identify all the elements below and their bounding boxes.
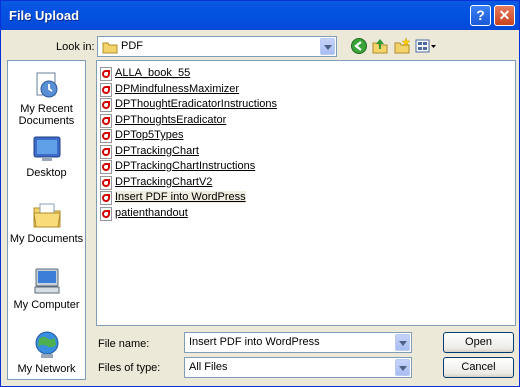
- desktop-icon: [33, 136, 60, 161]
- title-bar: File Upload ? ✕: [1, 1, 519, 30]
- help-button[interactable]: ?: [470, 5, 491, 26]
- pdf-file-icon: [100, 191, 112, 205]
- place-my-recent-documents[interactable]: My Recent Documents: [8, 69, 85, 127]
- close-button[interactable]: ✕: [494, 5, 515, 26]
- file-name: DPTrackingChartV2: [115, 176, 213, 188]
- back-icon[interactable]: [350, 37, 368, 55]
- pdf-file-icon: [100, 114, 112, 128]
- files-of-type-label: Files of type:: [98, 362, 161, 374]
- place-desktop[interactable]: Desktop: [8, 133, 85, 179]
- file-name: patienthandout: [115, 207, 188, 219]
- pdf-file-icon: [100, 129, 112, 143]
- file-name-label: File name:: [98, 338, 150, 350]
- chevron-down-icon[interactable]: [320, 38, 335, 55]
- my-documents-icon: [32, 203, 61, 228]
- pdf-file-icon: [100, 67, 112, 81]
- open-button[interactable]: Open: [443, 332, 514, 353]
- my-computer-icon: [34, 268, 59, 294]
- cancel-button[interactable]: Cancel: [443, 357, 514, 378]
- window-title: File Upload: [9, 8, 80, 23]
- file-name: Insert PDF into WordPress: [115, 191, 246, 203]
- file-name: ALLA_book_55: [115, 67, 191, 79]
- folder-icon: [102, 42, 118, 54]
- file-name-input[interactable]: Insert PDF into WordPress: [184, 332, 412, 353]
- place-my-computer[interactable]: My Computer: [8, 265, 85, 311]
- up-folder-icon[interactable]: [371, 37, 389, 55]
- chevron-down-icon[interactable]: [395, 334, 410, 351]
- view-menu-icon[interactable]: [415, 37, 437, 55]
- pdf-file-icon: [100, 160, 112, 174]
- new-folder-icon[interactable]: [393, 37, 411, 55]
- my-network-icon: [35, 331, 58, 358]
- files-of-type-value: All Files: [189, 361, 228, 373]
- look-in-dropdown[interactable]: PDF: [97, 36, 337, 57]
- place-label: My Network: [17, 363, 76, 375]
- file-list: ALLA_book_55 DPMindfulnessMaximizer DPTh…: [96, 60, 516, 326]
- place-label: My Documents: [9, 233, 84, 245]
- recent-documents-icon: [36, 72, 57, 98]
- files-of-type-dropdown[interactable]: All Files: [184, 357, 412, 378]
- place-label: My Recent Documents: [18, 103, 75, 127]
- file-name: DPMindfulnessMaximizer: [115, 83, 240, 95]
- pdf-file-icon: [100, 83, 112, 97]
- file-upload-dialog: File Upload ? ✕ Look in: PDF My Recent D…: [0, 0, 520, 387]
- place-my-network[interactable]: My Network: [8, 329, 85, 375]
- pdf-file-icon: [100, 145, 112, 159]
- file-name: DPTrackingChartInstructions: [115, 160, 256, 172]
- pdf-file-icon: [100, 207, 112, 221]
- file-name: DPThoughtEradicatorInstructions: [115, 98, 278, 110]
- chevron-down-icon[interactable]: [395, 359, 410, 376]
- places-bar: My Recent Documents Desktop My Documents: [7, 60, 86, 380]
- pdf-file-icon: [100, 98, 112, 112]
- place-label: My Computer: [13, 299, 80, 311]
- pdf-file-icon: [100, 176, 112, 190]
- file-name: DPTop5Types: [115, 129, 184, 141]
- place-my-documents[interactable]: My Documents: [8, 199, 85, 245]
- file-name-value: Insert PDF into WordPress: [189, 336, 320, 348]
- place-label: Desktop: [26, 167, 67, 179]
- look-in-label: Look in:: [56, 41, 95, 53]
- look-in-value: PDF: [121, 40, 143, 52]
- file-name: DPThoughtsEradicator: [115, 114, 227, 126]
- file-name: DPTrackingChart: [115, 145, 199, 157]
